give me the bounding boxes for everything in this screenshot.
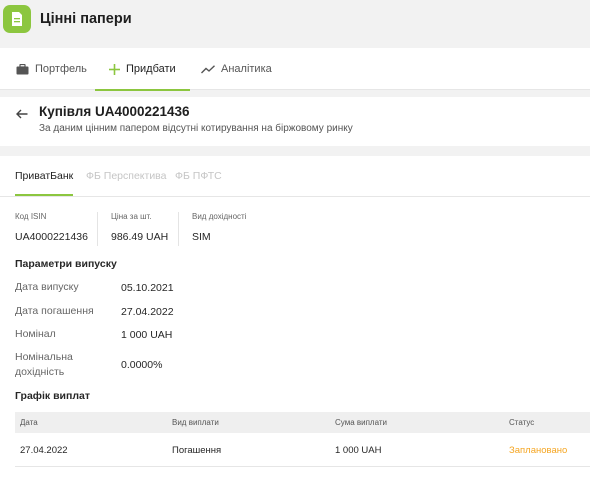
status-badge: Заплановано	[509, 445, 568, 456]
purchase-header: Купівля UA4000221436 За даним цінним пап…	[0, 97, 590, 146]
param-label: Номінал	[15, 328, 56, 340]
bank-tabs: ПриватБанк ФБ Перспектива ФБ ПФТС	[0, 156, 590, 197]
param-value: 05.10.2021	[121, 282, 174, 294]
price-value: 986.49 UAH	[111, 231, 169, 243]
document-icon	[3, 5, 31, 33]
bank-tab-perspektiva[interactable]: ФБ Перспектива	[86, 170, 166, 182]
tab-buy[interactable]: Придбати	[95, 48, 190, 91]
params-section-title: Параметри випуску	[15, 258, 117, 270]
plus-icon	[109, 63, 120, 75]
param-value: 0.0000%	[121, 359, 163, 371]
tab-portfolio[interactable]: Портфель	[16, 48, 87, 90]
tab-label: Придбати	[126, 63, 176, 75]
schedule-section-title: Графік виплат	[15, 390, 90, 402]
bank-tab-label: ПриватБанк	[15, 170, 74, 182]
column-header: Дата	[20, 418, 38, 427]
trend-chart-icon	[201, 64, 215, 73]
active-bank-indicator	[15, 194, 74, 196]
tab-analytics[interactable]: Аналітика	[201, 48, 272, 90]
payment-amount: 1 000 UAH	[335, 445, 382, 456]
security-details-card: ПриватБанк ФБ Перспектива ФБ ПФТС Код IS…	[0, 156, 590, 490]
back-arrow-icon[interactable]	[16, 106, 28, 124]
payment-date: 27.04.2022	[20, 445, 68, 456]
param-label: Дата погашення	[15, 305, 94, 317]
main-tabs: Портфель Придбати Аналітика	[0, 48, 590, 91]
briefcase-icon	[16, 63, 29, 74]
schedule-table-header: Дата Вид виплати Сума виплати Статус	[15, 412, 590, 433]
table-row: 27.04.2022 Погашення 1 000 UAH Запланова…	[15, 433, 590, 467]
price-block: Ціна за шт. 986.49 UAH	[111, 212, 168, 243]
page-subtitle: За даним цінним папером відсутні котирув…	[39, 123, 353, 134]
bank-tab-pfts[interactable]: ФБ ПФТС	[175, 170, 222, 182]
isin-value: UA4000221436	[15, 231, 88, 243]
bank-tab-label: ФБ ПФТС	[175, 170, 222, 182]
tab-label: Портфель	[35, 63, 87, 75]
app-title: Цінні папери	[40, 11, 132, 27]
yield-type-block: Вид дохідності SIM	[192, 212, 246, 243]
column-header: Вид виплати	[172, 418, 219, 427]
payment-type: Погашення	[172, 445, 222, 456]
column-header: Статус	[509, 418, 535, 427]
bank-tab-privatbank[interactable]: ПриватБанк	[15, 170, 74, 196]
page-title: Купівля UA4000221436	[39, 104, 190, 119]
divider	[97, 212, 98, 246]
param-label: Номінальна дохідність	[15, 351, 73, 378]
param-label: Дата випуску	[15, 281, 79, 293]
isin-block: Код ISIN UA4000221436	[15, 212, 88, 243]
bank-tab-label: ФБ Перспектива	[86, 170, 167, 182]
isin-label: Код ISIN	[15, 212, 47, 221]
price-label: Ціна за шт.	[111, 212, 152, 221]
yield-type-label: Вид дохідності	[192, 212, 247, 221]
app-header: Цінні папери	[0, 0, 590, 40]
divider	[178, 212, 179, 246]
yield-type-value: SIM	[192, 231, 211, 243]
tab-label: Аналітика	[221, 63, 272, 75]
param-value: 1 000 UAH	[121, 329, 173, 341]
active-tab-indicator	[95, 89, 190, 91]
column-header: Сума виплати	[335, 418, 387, 427]
param-value: 27.04.2022	[121, 306, 174, 318]
